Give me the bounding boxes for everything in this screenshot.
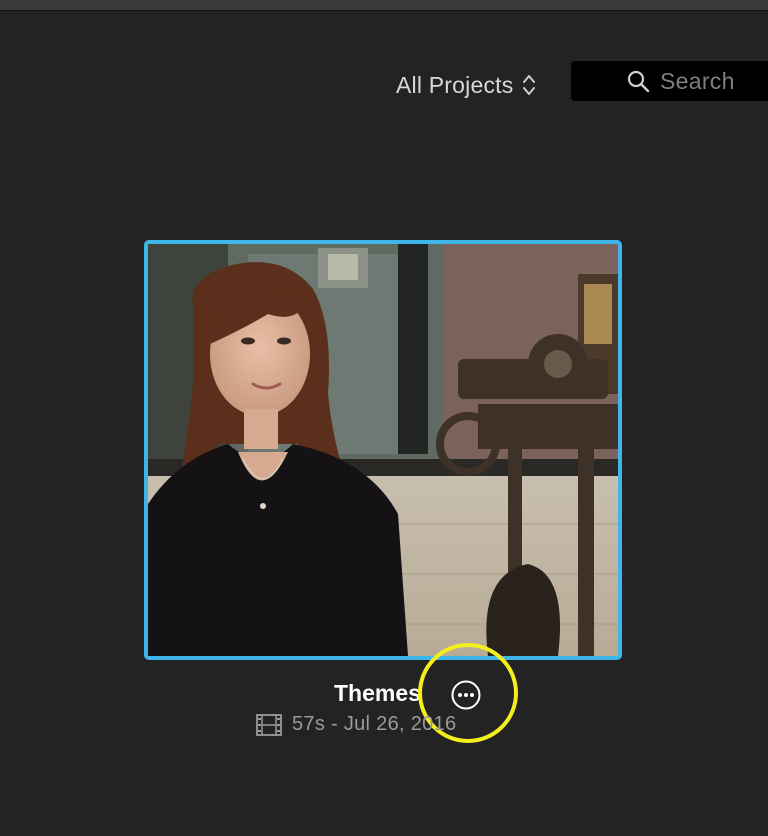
project-filter-label: All Projects — [396, 71, 514, 98]
search-icon — [627, 70, 650, 93]
project-thumbnail[interactable] — [144, 240, 622, 660]
ellipsis-circle-icon[interactable] — [450, 679, 482, 711]
film-strip-icon — [256, 713, 282, 736]
search-placeholder: Search — [660, 67, 735, 94]
project-metadata: 57s - Jul 26, 2016 — [256, 713, 456, 736]
title-bar-edge — [0, 0, 768, 10]
project-title-row: Themes — [0, 676, 768, 712]
up-down-chevron-icon — [523, 75, 536, 95]
divider — [0, 10, 768, 11]
project-filter-dropdown[interactable]: All Projects — [396, 70, 537, 100]
project-card[interactable] — [144, 240, 622, 660]
projects-browser: All Projects Search Themes 57s - Jul 26,… — [0, 0, 768, 836]
search-input[interactable]: Search — [571, 61, 768, 101]
video-thumbnail — [148, 244, 618, 656]
project-title[interactable]: Themes — [334, 680, 421, 707]
project-duration-date: 57s - Jul 26, 2016 — [292, 713, 457, 735]
